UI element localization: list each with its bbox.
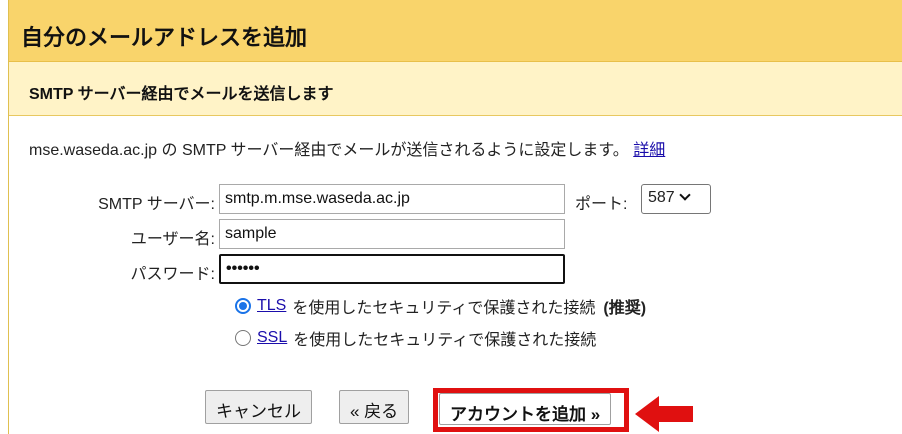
ssl-link[interactable]: SSL: [257, 329, 287, 347]
ssl-option[interactable]: SSL を使用したセキュリティで保護された接続: [235, 326, 596, 350]
username-input[interactable]: [219, 219, 565, 249]
port-select[interactable]: 587: [641, 184, 711, 214]
port-value: 587: [648, 189, 675, 206]
password-input[interactable]: [219, 254, 565, 284]
add-email-dialog: 自分のメールアドレスを追加 SMTP サーバー経由でメールを送信します mse.…: [8, 0, 902, 434]
description: mse.waseda.ac.jp の SMTP サーバー経由でメールが送信される…: [29, 136, 665, 160]
port-label: ポート:: [575, 196, 628, 213]
smtp-server-input[interactable]: [219, 184, 565, 214]
tls-option[interactable]: TLS を使用したセキュリティで保護された接続 (推奨): [235, 294, 646, 318]
title-bar: 自分のメールアドレスを追加: [9, 0, 902, 62]
tls-text: を使用したセキュリティで保護された接続: [292, 300, 596, 317]
ssl-radio[interactable]: [235, 330, 251, 346]
tls-link[interactable]: TLS: [257, 297, 286, 315]
ssl-text: を使用したセキュリティで保護された接続: [293, 332, 597, 349]
dialog-subtitle: SMTP サーバー経由でメールを送信します: [29, 86, 334, 103]
description-text: mse.waseda.ac.jp の SMTP サーバー経由でメールが送信される…: [29, 142, 629, 159]
password-label: パスワード:: [130, 266, 215, 283]
highlight-box: [433, 388, 629, 432]
chevron-down-icon: [679, 189, 691, 201]
tls-radio[interactable]: [235, 298, 251, 314]
details-link[interactable]: 詳細: [633, 142, 665, 159]
red-left-arrow-icon: [635, 396, 693, 432]
username-label: ユーザー名:: [130, 231, 215, 248]
tls-recommended: (推奨): [603, 300, 647, 317]
back-button[interactable]: « 戻る: [339, 390, 410, 424]
dialog-title: 自分のメールアドレスを追加: [21, 25, 308, 50]
subtitle-bar: SMTP サーバー経由でメールを送信します: [9, 62, 902, 116]
cancel-button[interactable]: キャンセル: [205, 390, 312, 424]
smtp-server-label: SMTP サーバー:: [98, 196, 215, 213]
